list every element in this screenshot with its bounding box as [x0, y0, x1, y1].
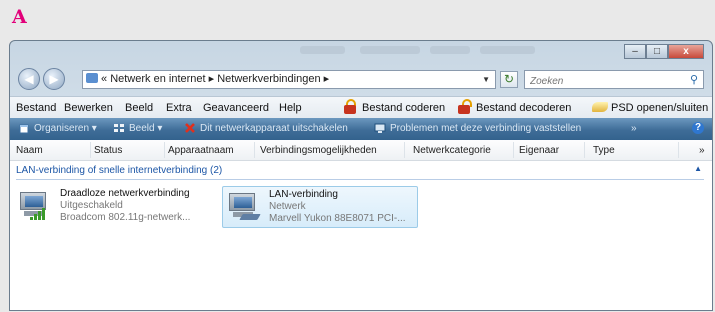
- organize-icon: [19, 124, 29, 134]
- connection-device: Broadcom 802.11g-netwerk...: [60, 212, 191, 223]
- more-columns-button[interactable]: »: [699, 145, 705, 156]
- search-box[interactable]: ⚲: [524, 70, 704, 90]
- connection-name: LAN-verbinding: [269, 189, 338, 200]
- blurred-title-text: [360, 46, 420, 54]
- collapse-group-icon[interactable]: ▲: [694, 164, 702, 173]
- more-commands-button[interactable]: »: [631, 123, 637, 134]
- diagnose-icon: [374, 123, 386, 133]
- column-header-row: Naam Status Apparaatnaam Verbindingsmoge…: [10, 140, 712, 161]
- breadcrumb-prefix[interactable]: «: [101, 73, 107, 85]
- menu-bar: Bestand Bewerken Beeld Extra Geavanceerd…: [10, 96, 712, 119]
- column-apparaatnaam[interactable]: Apparaatnaam: [168, 145, 234, 156]
- address-bar[interactable]: « Netwerk en internet ▸ Netwerkverbindin…: [82, 70, 496, 89]
- decrypt-file-button[interactable]: Bestand decoderen: [476, 102, 571, 114]
- explorer-window: – □ x ◀ ▶ « Netwerk en internet ▸ Netwer…: [9, 40, 713, 311]
- close-button[interactable]: x: [668, 44, 704, 59]
- connection-device: Marvell Yukon 88E8071 PCI-...: [269, 213, 406, 224]
- forward-button[interactable]: ▶: [43, 68, 65, 90]
- chevron-down-icon[interactable]: ▼: [482, 71, 490, 88]
- refresh-icon: ↻: [503, 72, 515, 86]
- connection-item-wireless[interactable]: Draadloze netwerkverbinding Uitgeschakel…: [14, 186, 214, 228]
- breadcrumb-netwerkverbindingen[interactable]: Netwerkverbindingen: [217, 73, 320, 85]
- view-button[interactable]: Beeld ▾: [129, 123, 162, 134]
- menu-help[interactable]: Help: [279, 102, 302, 114]
- disable-x-icon: [185, 123, 195, 133]
- connection-status: Uitgeschakeld: [60, 200, 123, 211]
- column-naam[interactable]: Naam: [16, 145, 43, 156]
- title-bar: – □ x: [10, 41, 712, 65]
- lock-icon: [343, 99, 357, 114]
- search-icon[interactable]: ⚲: [690, 73, 698, 86]
- lan-network-icon: [227, 192, 261, 222]
- help-button[interactable]: ?: [692, 122, 704, 134]
- column-type[interactable]: Type: [593, 145, 615, 156]
- psd-open-close-button[interactable]: PSD openen/sluiten: [611, 102, 708, 114]
- wireless-network-icon: [18, 191, 52, 221]
- diagnose-connection-button[interactable]: Problemen met deze verbinding vaststelle…: [390, 123, 581, 134]
- group-divider: [16, 179, 704, 180]
- maximize-button[interactable]: □: [646, 44, 668, 59]
- breadcrumb-separator[interactable]: ▸: [209, 73, 215, 85]
- back-button[interactable]: ◀: [18, 68, 40, 90]
- column-status[interactable]: Status: [94, 145, 122, 156]
- minimize-button[interactable]: –: [624, 44, 646, 59]
- menu-bestand[interactable]: Bestand: [16, 102, 56, 114]
- breadcrumb-separator[interactable]: ▸: [324, 73, 330, 85]
- disable-device-button[interactable]: Dit netwerkapparaat uitschakelen: [200, 123, 348, 134]
- search-input[interactable]: [525, 73, 680, 90]
- column-verbindingsmogelijkheden[interactable]: Verbindingsmogelijkheden: [260, 145, 377, 156]
- blurred-title-text: [300, 46, 345, 54]
- connection-status: Netwerk: [269, 201, 306, 212]
- group-header[interactable]: LAN-verbinding of snelle internetverbind…: [16, 165, 222, 176]
- refresh-button[interactable]: ↻: [500, 71, 518, 88]
- view-icon: [114, 124, 124, 132]
- psd-icon: [592, 102, 608, 112]
- breadcrumb-netwerk-en-internet[interactable]: Netwerk en internet: [110, 73, 205, 85]
- folder-icon: [86, 73, 98, 83]
- menu-beeld[interactable]: Beeld: [125, 102, 153, 114]
- connection-name: Draadloze netwerkverbinding: [60, 188, 190, 199]
- command-bar: Organiseren ▾ Beeld ▾ Dit netwerkapparaa…: [10, 118, 712, 140]
- panel-letter: A: [12, 6, 27, 28]
- menu-geavanceerd[interactable]: Geavanceerd: [203, 102, 269, 114]
- organize-button[interactable]: Organiseren ▾: [34, 123, 97, 134]
- address-row: ◀ ▶ « Netwerk en internet ▸ Netwerkverbi…: [10, 66, 712, 94]
- column-eigenaar[interactable]: Eigenaar: [519, 145, 559, 156]
- menu-extra[interactable]: Extra: [166, 102, 192, 114]
- blurred-title-text: [480, 46, 535, 54]
- connection-item-lan[interactable]: LAN-verbinding Netwerk Marvell Yukon 88E…: [222, 186, 418, 228]
- column-netwerkcategorie[interactable]: Netwerkcategorie: [413, 145, 491, 156]
- encrypt-file-button[interactable]: Bestand coderen: [362, 102, 445, 114]
- unlock-icon: [457, 99, 472, 114]
- menu-bewerken[interactable]: Bewerken: [64, 102, 113, 114]
- connections-list: LAN-verbinding of snelle internetverbind…: [10, 161, 712, 310]
- blurred-title-text: [430, 46, 470, 54]
